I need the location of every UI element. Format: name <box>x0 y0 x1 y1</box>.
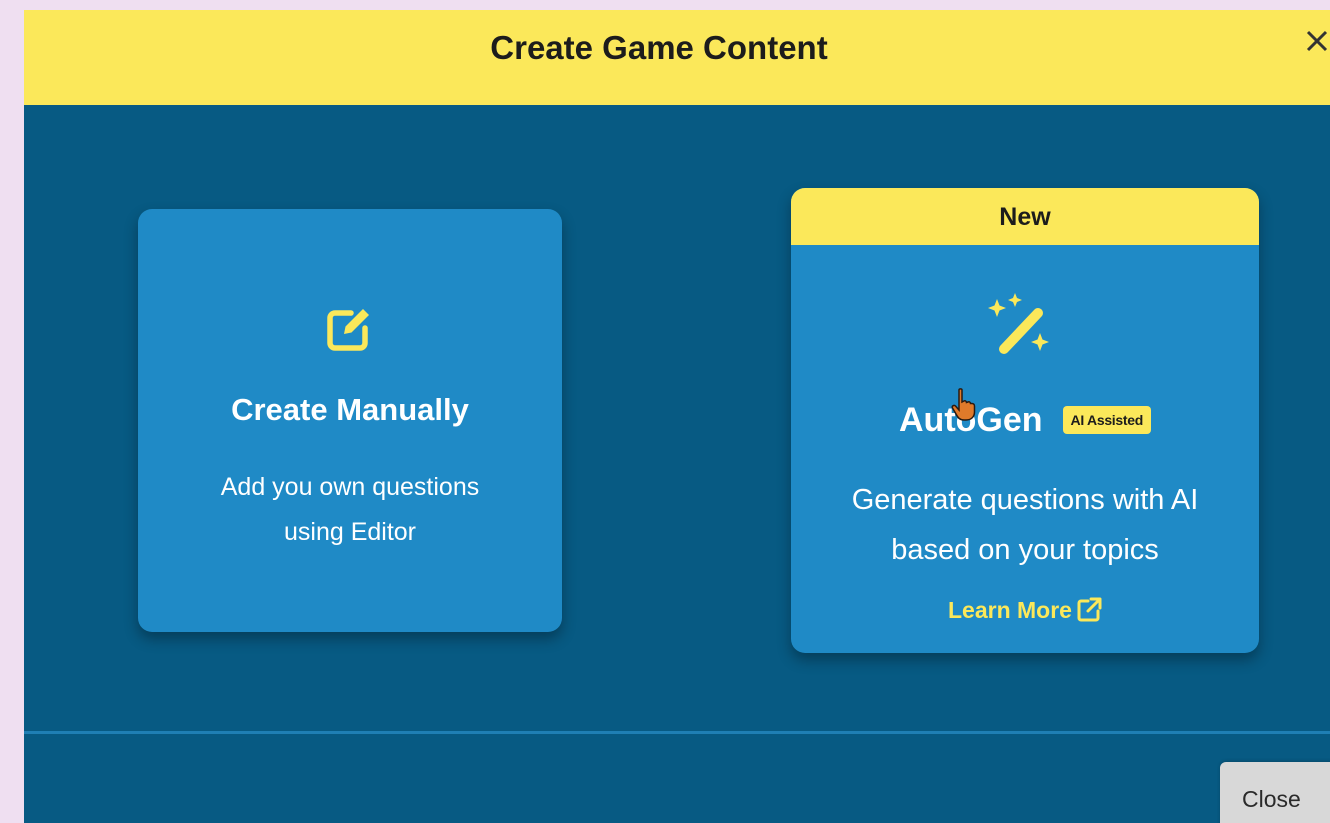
learn-more-label: Learn More <box>948 596 1072 623</box>
magic-wand-sparkles-icon <box>988 293 1049 354</box>
description-line: Add you own questions <box>220 473 480 501</box>
dialog-title: Create Game Content <box>490 29 828 66</box>
close-x-icon[interactable] <box>1302 20 1330 60</box>
autogen-card[interactable]: New AutoGen AI Assisted Generate questio… <box>791 188 1259 653</box>
learn-more-link[interactable]: Learn More <box>791 593 1259 627</box>
footer-divider <box>24 731 1330 734</box>
autogen-title-row: AutoGen AI Assisted <box>791 398 1259 442</box>
description-line: Generate questions with AI <box>851 484 1199 516</box>
close-button[interactable]: Close <box>1220 762 1330 823</box>
create-manually-card[interactable]: Create Manually Add you own questions us… <box>138 209 562 632</box>
create-manually-description: Add you own questions using Editor <box>138 465 562 555</box>
external-link-icon <box>1077 597 1102 622</box>
create-manually-title: Create Manually <box>231 392 469 427</box>
description-line: using Editor <box>283 518 417 546</box>
ai-assisted-badge: AI Assisted <box>1062 406 1151 434</box>
description-line: based on your topics <box>891 534 1159 566</box>
create-game-content-dialog: Create Game Content Create Manually Add … <box>24 10 1330 823</box>
dialog-header: Create Game Content <box>24 10 1330 105</box>
edit-pencil-icon <box>327 309 369 351</box>
new-banner: New <box>791 188 1259 245</box>
autogen-title: AutoGen <box>899 400 1043 439</box>
autogen-description: Generate questions with AI based on your… <box>791 475 1259 575</box>
